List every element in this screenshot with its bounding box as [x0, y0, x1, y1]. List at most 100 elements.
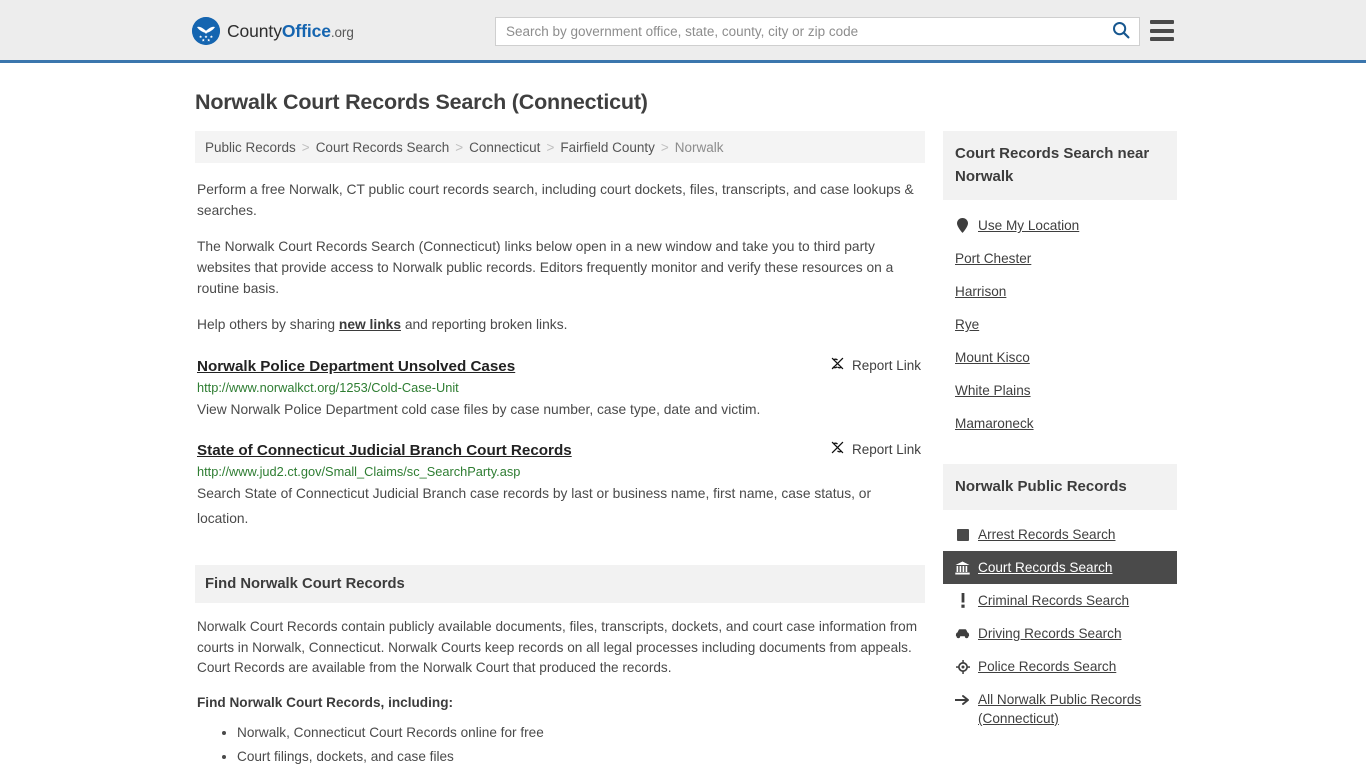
site-logo[interactable]: CountyOffice.org — [192, 17, 354, 45]
public-records-panel-heading: Norwalk Public Records — [955, 478, 1127, 495]
sidebar-item-court-records-search[interactable]: Court Records Search — [943, 551, 1177, 584]
breadcrumb-separator: > — [455, 139, 464, 155]
sidebar-item-harrison[interactable]: Harrison — [943, 275, 1177, 308]
hamburger-menu-icon[interactable] — [1150, 20, 1174, 41]
sidebar-item-label[interactable]: Arrest Records Search — [978, 525, 1116, 544]
breadcrumb-item-court-records-search[interactable]: Court Records Search — [316, 140, 450, 155]
nearby-panel-list: Use My Location Port Chester Harrison Ry… — [943, 200, 1177, 440]
breadcrumb-item-norwalk: Norwalk — [674, 139, 724, 155]
car-icon — [955, 626, 970, 641]
county-office-seal-icon — [192, 17, 220, 45]
find-records-list: Norwalk, Connecticut Court Records onlin… — [197, 723, 923, 768]
public-records-panel-header: Norwalk Public Records — [943, 464, 1177, 510]
find-records-body: Norwalk Court Records contain publicly a… — [195, 603, 925, 768]
sidebar-item-label[interactable]: Mamaroneck — [955, 414, 1034, 433]
hamburger-bar-2 — [1150, 28, 1174, 33]
intro-paragraph-3: Help others by sharing new links and rep… — [195, 314, 925, 335]
police-badge-icon — [955, 659, 970, 674]
sidebar-item-label[interactable]: Driving Records Search — [978, 624, 1122, 643]
breadcrumb: Public Records > Court Records Search > … — [195, 131, 925, 163]
find-records-list-heading: Find Norwalk Court Records, including: — [197, 694, 454, 710]
main-column: Public Records > Court Records Search > … — [195, 131, 925, 768]
header-inner: CountyOffice.org — [0, 0, 1366, 60]
logo-text-org: .org — [330, 24, 354, 40]
intro-paragraph-2: The Norwalk Court Records Search (Connec… — [197, 239, 894, 296]
sidebar-item-white-plains[interactable]: White Plains — [943, 374, 1177, 407]
find-records-paragraph: Norwalk Court Records contain publicly a… — [197, 619, 918, 675]
report-link-button[interactable]: Report Link — [830, 440, 921, 458]
sidebar-item-label[interactable]: White Plains — [955, 381, 1031, 400]
sidebar-item-port-chester[interactable]: Port Chester — [943, 242, 1177, 275]
report-link-button[interactable]: Report Link — [830, 356, 921, 374]
logo-text-county: County — [227, 20, 282, 41]
sidebar-item-label[interactable]: Port Chester — [955, 249, 1031, 268]
result-description: View Norwalk Police Department cold case… — [197, 402, 761, 417]
public-records-panel: Norwalk Public Records Arrest Records Se… — [943, 464, 1177, 735]
map-pin-icon — [955, 218, 970, 233]
result-description: Search State of Connecticut Judicial Bra… — [197, 486, 872, 526]
sidebar-item-criminal-records-search[interactable]: Criminal Records Search — [943, 584, 1177, 617]
broken-link-icon — [830, 356, 845, 374]
site-logo-text: CountyOffice.org — [227, 21, 354, 42]
result-title-link[interactable]: State of Connecticut Judicial Branch Cou… — [197, 442, 572, 459]
sidebar-item-label[interactable]: Court Records Search — [978, 558, 1112, 577]
courthouse-icon — [955, 560, 970, 575]
sidebar-item-use-my-location[interactable]: Use My Location — [943, 209, 1177, 242]
sidebar-item-label[interactable]: All Norwalk Public Records (Connecticut) — [978, 690, 1165, 728]
result-header: State of Connecticut Judicial Branch Cou… — [197, 440, 923, 460]
sidebar-item-police-records-search[interactable]: Police Records Search — [943, 650, 1177, 683]
broken-link-icon — [830, 440, 845, 458]
find-records-section-header: Find Norwalk Court Records — [195, 565, 925, 603]
sidebar-item-rye[interactable]: Rye — [943, 308, 1177, 341]
hamburger-bar-1 — [1150, 20, 1174, 24]
sidebar-item-mount-kisco[interactable]: Mount Kisco — [943, 341, 1177, 374]
page-title: Norwalk Court Records Search (Connecticu… — [195, 90, 648, 114]
search-button[interactable] — [1103, 18, 1139, 45]
result-item: Norwalk Police Department Unsolved Cases… — [195, 350, 925, 422]
intro-paragraph-1: Perform a free Norwalk, CT public court … — [197, 182, 914, 218]
nearby-panel-header: Court Records Search near Norwalk — [943, 131, 1177, 200]
sidebar-item-driving-records-search[interactable]: Driving Records Search — [943, 617, 1177, 650]
sidebar-item-label[interactable]: Mount Kisco — [955, 348, 1030, 367]
sidebar-item-label[interactable]: Use My Location — [978, 216, 1079, 235]
logo-text-office: Office — [281, 20, 331, 41]
breadcrumb-item-public-records[interactable]: Public Records — [205, 140, 296, 155]
result-header: Norwalk Police Department Unsolved Cases… — [197, 356, 923, 376]
sidebar-item-label[interactable]: Harrison — [955, 282, 1006, 301]
sidebar-item-label[interactable]: Rye — [955, 315, 979, 334]
intro-p3-after: and reporting broken links. — [401, 317, 568, 332]
result-url[interactable]: http://www.norwalkct.org/1253/Cold-Case-… — [197, 380, 923, 395]
search-bar[interactable] — [495, 17, 1140, 46]
sidebar-item-arrest-records-search[interactable]: Arrest Records Search — [943, 518, 1177, 551]
hamburger-bar-3 — [1150, 37, 1174, 41]
list-item: Court filings, dockets, and case files — [237, 747, 923, 767]
breadcrumb-item-connecticut[interactable]: Connecticut — [469, 140, 540, 155]
find-records-heading: Find Norwalk Court Records — [205, 576, 405, 592]
sidebar-item-label[interactable]: Criminal Records Search — [978, 591, 1129, 610]
content-row: Public Records > Court Records Search > … — [195, 131, 1177, 768]
site-header: CountyOffice.org — [0, 0, 1366, 63]
result-title-link[interactable]: Norwalk Police Department Unsolved Cases — [197, 358, 515, 375]
nearby-panel-heading: Court Records Search near Norwalk — [955, 145, 1150, 185]
result-item: State of Connecticut Judicial Branch Cou… — [195, 434, 925, 531]
report-link-label: Report Link — [851, 357, 921, 373]
breadcrumb-separator: > — [301, 139, 310, 155]
arrow-right-icon — [955, 692, 970, 707]
breadcrumb-item-fairfield-county[interactable]: Fairfield County — [560, 140, 655, 155]
exclamation-icon — [955, 593, 970, 608]
sidebar-item-label[interactable]: Police Records Search — [978, 657, 1116, 676]
list-item: Norwalk, Connecticut Court Records onlin… — [237, 723, 923, 743]
sidebar-item-all-public-records[interactable]: All Norwalk Public Records (Connecticut) — [943, 683, 1177, 735]
sidebar: Court Records Search near Norwalk Use My… — [943, 131, 1177, 739]
intro-text: Perform a free Norwalk, CT public court … — [195, 179, 925, 335]
search-icon — [1112, 21, 1130, 42]
nearby-search-panel: Court Records Search near Norwalk Use My… — [943, 131, 1177, 440]
page-body: Norwalk Court Records Search (Connecticu… — [0, 90, 1366, 768]
sidebar-item-mamaroneck[interactable]: Mamaroneck — [943, 407, 1177, 440]
report-link-label: Report Link — [851, 441, 921, 457]
search-input[interactable] — [496, 18, 1103, 45]
result-url[interactable]: http://www.jud2.ct.gov/Small_Claims/sc_S… — [197, 464, 923, 479]
breadcrumb-separator: > — [546, 139, 555, 155]
new-links-link[interactable]: new links — [339, 317, 401, 332]
public-records-panel-list: Arrest Records Search Court Records Sear… — [943, 510, 1177, 735]
